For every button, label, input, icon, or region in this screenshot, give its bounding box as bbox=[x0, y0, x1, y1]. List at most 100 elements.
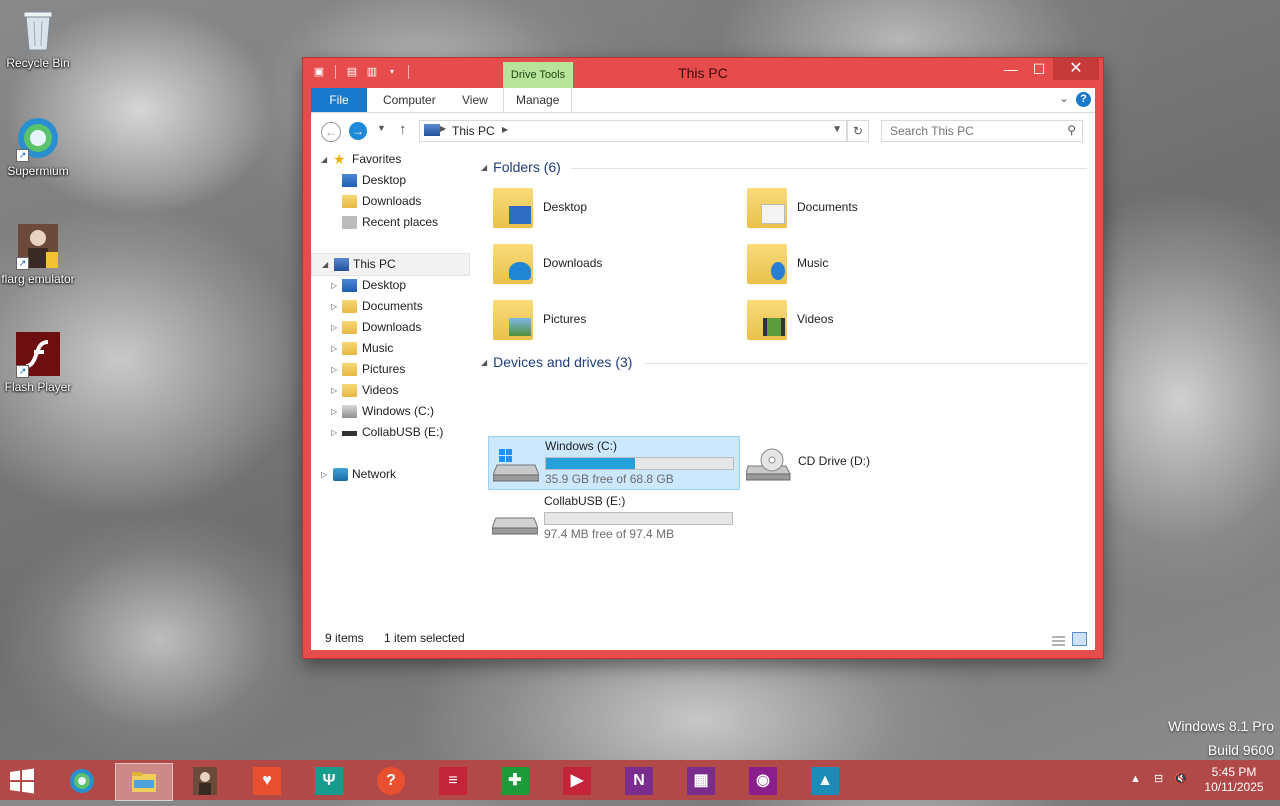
taskbar-xbox-games[interactable]: ✚ bbox=[487, 763, 543, 799]
taskbar-flarg-emulator[interactable] bbox=[177, 763, 233, 799]
expand-ribbon-icon[interactable]: ⌄ bbox=[1059, 91, 1069, 105]
expand-arrow-icon[interactable]: ▷ bbox=[321, 464, 327, 485]
music-folder-icon bbox=[747, 244, 787, 284]
recycle-bin-icon bbox=[14, 6, 62, 54]
nav-label: Downloads bbox=[362, 320, 422, 334]
back-button[interactable]: ← bbox=[321, 122, 341, 142]
recent-locations-icon[interactable]: ▼ bbox=[377, 123, 386, 133]
taskbar-food[interactable]: Ψ bbox=[301, 763, 357, 799]
drive-free-space: 97.4 MB free of 97.4 MB bbox=[544, 527, 675, 541]
breadcrumb-separator-icon[interactable]: ▶ bbox=[502, 125, 508, 134]
expand-arrow-icon[interactable]: ▷ bbox=[331, 401, 337, 422]
nav-this-pc-videos[interactable]: ▷ Videos bbox=[311, 380, 468, 401]
nav-this-pc[interactable]: ◢ This PC bbox=[311, 253, 470, 276]
taskbar-news[interactable]: ▦ bbox=[673, 763, 729, 799]
help-icon[interactable]: ? bbox=[1076, 92, 1091, 107]
nav-this-pc-pictures[interactable]: ▷ Pictures bbox=[311, 359, 468, 380]
nav-this-pc-documents[interactable]: ▷ Documents bbox=[311, 296, 468, 317]
taskbar-photos[interactable]: ▲ bbox=[797, 763, 853, 799]
clock[interactable]: 5:45 PM 10/11/2025 bbox=[1196, 765, 1272, 795]
minimize-button[interactable]: — bbox=[997, 58, 1025, 80]
taskbar-onenote[interactable]: N bbox=[611, 763, 667, 799]
address-dropdown-icon[interactable]: ▼ bbox=[832, 124, 842, 135]
folder-tile-music[interactable]: Music bbox=[741, 238, 991, 290]
taskbar-health[interactable]: ♥ bbox=[239, 763, 295, 799]
drive-tile-windows-c[interactable]: Windows (C:) 35.9 GB free of 68.8 GB bbox=[488, 436, 740, 490]
taskbar-video[interactable]: ▶ bbox=[549, 763, 605, 799]
nav-favorites-recent-places[interactable]: Recent places bbox=[311, 212, 468, 233]
expand-arrow-icon[interactable]: ▷ bbox=[331, 338, 337, 359]
expand-arrow-icon[interactable]: ▷ bbox=[331, 380, 337, 401]
photos-icon: ▲ bbox=[811, 767, 839, 795]
search-box[interactable]: ⚲ bbox=[881, 120, 1083, 142]
details-view-icon[interactable] bbox=[1052, 632, 1065, 646]
folder-name: Documents bbox=[797, 200, 858, 214]
show-hidden-icons-icon[interactable]: ▲ bbox=[1130, 773, 1141, 785]
supermium-icon: ↗ bbox=[14, 114, 62, 162]
desktop-icon-flarg-emulator[interactable]: ↗ flarg emulator bbox=[0, 222, 76, 286]
taskbar-help[interactable]: ? bbox=[363, 763, 419, 799]
breadcrumb-this-pc[interactable]: This PC bbox=[452, 124, 495, 138]
close-button[interactable]: ✕ bbox=[1053, 58, 1099, 80]
drive-name: CD Drive (D:) bbox=[798, 454, 870, 468]
expand-arrow-icon[interactable]: ▷ bbox=[331, 275, 337, 296]
group-divider bbox=[645, 363, 1087, 364]
folder-tile-downloads[interactable]: Downloads bbox=[487, 238, 737, 290]
large-icons-view-icon[interactable] bbox=[1072, 632, 1087, 646]
navigation-pane: ◢ ★ Favorites Desktop Downloads Recent p… bbox=[311, 149, 471, 627]
folder-tile-pictures[interactable]: Pictures bbox=[487, 294, 737, 346]
nav-this-pc-desktop[interactable]: ▷ Desktop bbox=[311, 275, 468, 296]
desktop-icon-supermium[interactable]: ↗ Supermium bbox=[0, 114, 76, 178]
expand-arrow-icon[interactable]: ▷ bbox=[331, 317, 337, 338]
tab-file[interactable]: File bbox=[311, 88, 367, 112]
expand-arrow-icon[interactable]: ▷ bbox=[331, 422, 337, 443]
forward-button[interactable]: → bbox=[349, 122, 367, 140]
start-button[interactable] bbox=[8, 768, 36, 794]
volume-muted-icon[interactable]: 🔇 bbox=[1174, 773, 1188, 785]
game-controller-icon: ✚ bbox=[501, 767, 529, 795]
pictures-folder-icon bbox=[493, 300, 533, 340]
title-bar[interactable]: ▣ ▤ ▥ ▾ Drive Tools This PC — ☐ ✕ bbox=[303, 58, 1103, 88]
network-status-icon[interactable]: ⊟ bbox=[1154, 773, 1163, 785]
nav-network[interactable]: ▷ Network bbox=[311, 464, 468, 485]
documents-folder-icon bbox=[342, 300, 357, 313]
nav-favorites-desktop[interactable]: Desktop bbox=[311, 170, 468, 191]
tab-view[interactable]: View bbox=[450, 88, 500, 112]
expand-arrow-icon[interactable]: ▷ bbox=[331, 359, 337, 380]
nav-favorites[interactable]: ◢ ★ Favorites bbox=[311, 149, 468, 170]
refresh-button[interactable]: ↻ bbox=[847, 120, 869, 142]
collapse-arrow-icon[interactable]: ◢ bbox=[481, 358, 487, 367]
drive-tile-collabusb-e[interactable]: CollabUSB (E:) 97.4 MB free of 97.4 MB bbox=[488, 492, 738, 544]
tab-manage[interactable]: Manage bbox=[503, 88, 573, 112]
tab-computer[interactable]: Computer bbox=[371, 88, 448, 112]
search-icon[interactable]: ⚲ bbox=[1067, 123, 1076, 137]
folder-tile-desktop[interactable]: Desktop bbox=[487, 182, 737, 234]
drives-group-header[interactable]: ◢ Devices and drives (3) bbox=[481, 354, 632, 370]
collapse-arrow-icon[interactable]: ◢ bbox=[322, 254, 328, 275]
nav-this-pc-downloads[interactable]: ▷ Downloads bbox=[311, 317, 468, 338]
folder-tile-documents[interactable]: Documents bbox=[741, 182, 991, 234]
taskbar-file-explorer[interactable] bbox=[115, 763, 173, 801]
taskbar-reading-list[interactable]: ≡ bbox=[425, 763, 481, 799]
taskbar-supermium[interactable] bbox=[54, 763, 110, 799]
maximize-button[interactable]: ☐ bbox=[1025, 58, 1053, 80]
nav-this-pc-music[interactable]: ▷ Music bbox=[311, 338, 468, 359]
folders-group-header[interactable]: ◢ Folders (6) bbox=[481, 159, 561, 175]
videos-folder-icon bbox=[342, 384, 357, 397]
desktop-icon-recycle-bin[interactable]: Recycle Bin bbox=[0, 6, 76, 70]
folder-tile-videos[interactable]: Videos bbox=[741, 294, 991, 346]
drive-usage-bar bbox=[544, 512, 733, 525]
address-bar[interactable]: ▶ This PC ▶ ▼ bbox=[419, 120, 847, 142]
collapse-arrow-icon[interactable]: ◢ bbox=[481, 163, 487, 172]
desktop-icon-flash-player[interactable]: ↗ Flash Player bbox=[0, 330, 76, 394]
collapse-arrow-icon[interactable]: ◢ bbox=[321, 149, 327, 170]
nav-this-pc-collabusb-e[interactable]: ▷ CollabUSB (E:) bbox=[311, 422, 468, 443]
drive-name: Windows (C:) bbox=[545, 439, 618, 453]
expand-arrow-icon[interactable]: ▷ bbox=[331, 296, 337, 317]
up-arrow-icon[interactable]: ↑ bbox=[399, 121, 407, 138]
search-input[interactable] bbox=[888, 121, 1062, 141]
taskbar-camera[interactable]: ◉ bbox=[735, 763, 791, 799]
nav-this-pc-windows-c[interactable]: ▷ Windows (C:) bbox=[311, 401, 468, 422]
nav-favorites-downloads[interactable]: Downloads bbox=[311, 191, 468, 212]
drive-tile-cd-d[interactable]: CD Drive (D:) bbox=[742, 436, 992, 488]
